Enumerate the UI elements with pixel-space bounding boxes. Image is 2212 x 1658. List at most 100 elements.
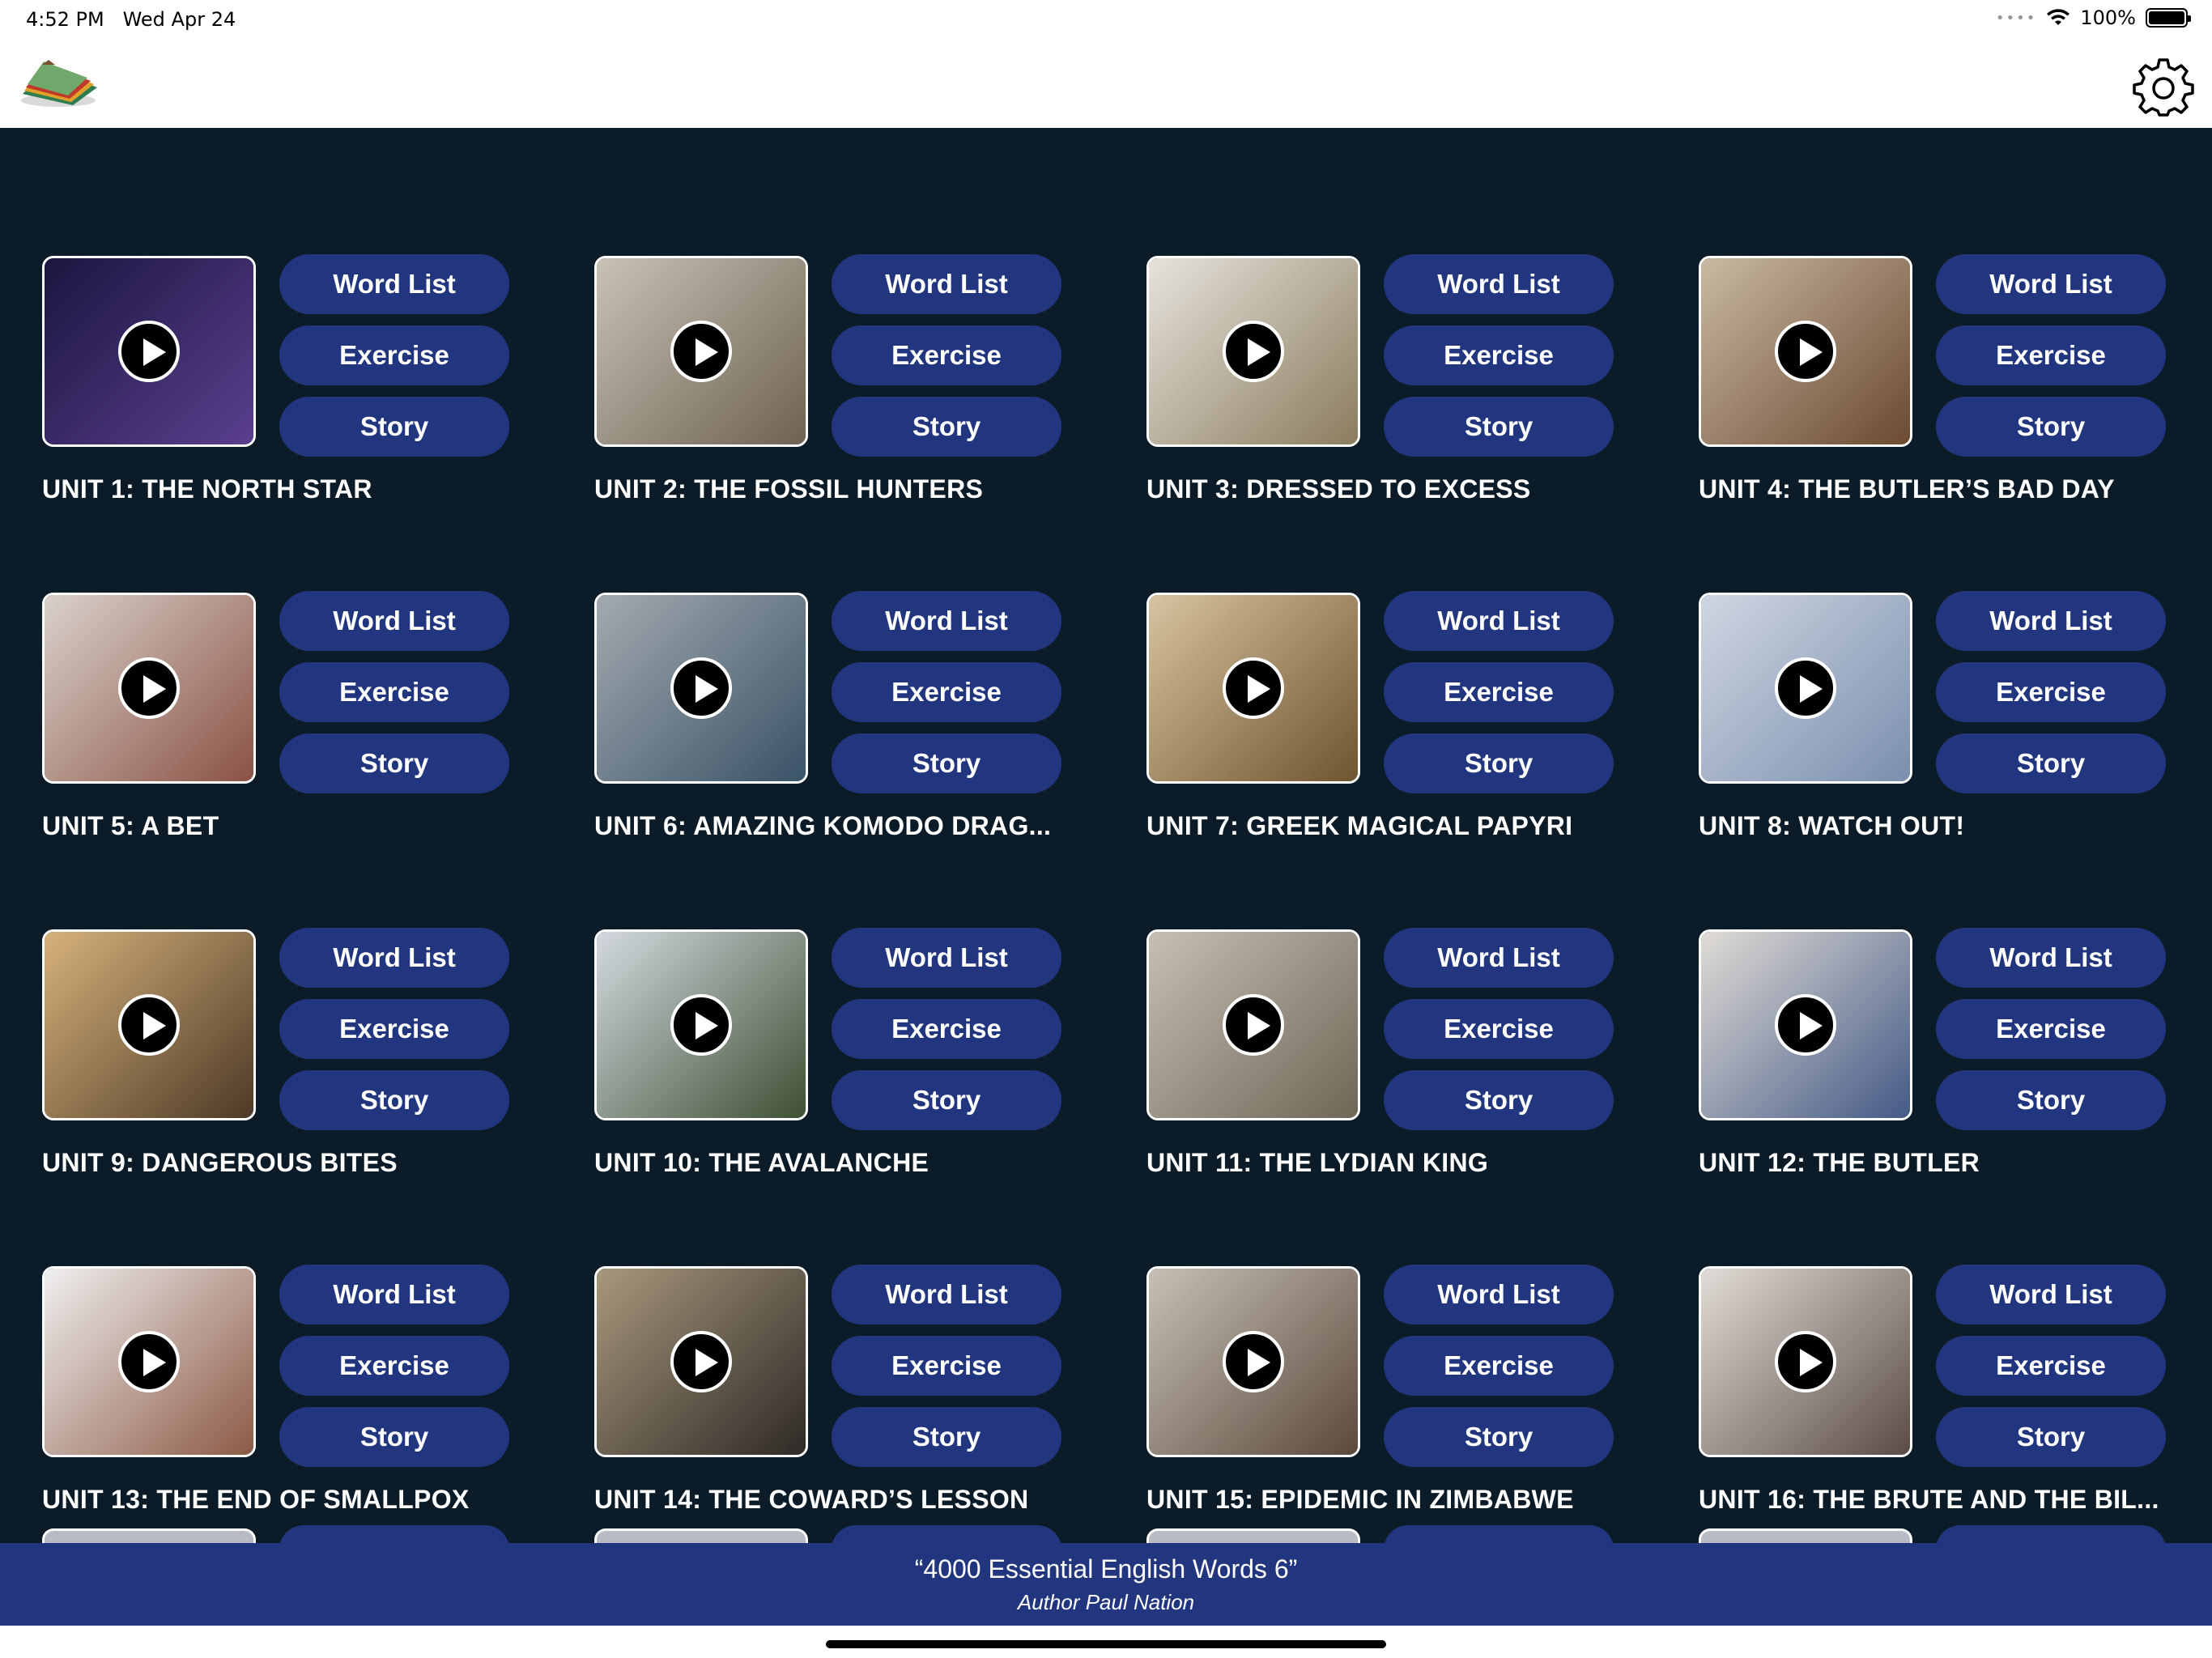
story-button[interactable]: Story xyxy=(832,1407,1061,1467)
story-button[interactable]: Story xyxy=(279,397,509,457)
unit-thumbnail[interactable] xyxy=(594,929,808,1120)
exercise-button[interactable]: Exercise xyxy=(1384,662,1614,722)
unit-card: Word List Exercise Story UNIT 16: THE BRUTE… xyxy=(1657,1211,2175,1514)
story-button[interactable]: Story xyxy=(832,397,1061,457)
unit-thumbnail-partial[interactable] xyxy=(1146,1528,1360,1543)
unit-thumbnail-partial[interactable] xyxy=(594,1528,808,1543)
story-button[interactable]: Story xyxy=(1936,733,2166,793)
story-button[interactable]: Story xyxy=(832,733,1061,793)
unit-thumbnail[interactable] xyxy=(594,593,808,784)
play-icon[interactable] xyxy=(1775,1331,1836,1392)
play-icon[interactable] xyxy=(1775,657,1836,719)
flashcards-logo-icon[interactable] xyxy=(16,57,100,108)
play-icon[interactable] xyxy=(1223,1331,1284,1392)
unit-thumbnail[interactable] xyxy=(594,1266,808,1457)
play-icon[interactable] xyxy=(1223,994,1284,1056)
word-list-button[interactable]: Word List xyxy=(1936,928,2166,988)
story-button[interactable]: Story xyxy=(1936,1407,2166,1467)
exercise-button[interactable]: Exercise xyxy=(832,662,1061,722)
play-icon[interactable] xyxy=(118,657,180,719)
unit-thumbnail[interactable] xyxy=(42,1266,256,1457)
story-button[interactable]: Story xyxy=(1384,1407,1614,1467)
story-button[interactable]: Story xyxy=(1936,1070,2166,1130)
word-list-button-partial[interactable] xyxy=(279,1525,509,1543)
unit-thumbnail[interactable] xyxy=(1146,1266,1360,1457)
play-icon[interactable] xyxy=(118,321,180,382)
unit-thumbnail[interactable] xyxy=(1146,929,1360,1120)
story-button[interactable]: Story xyxy=(279,733,509,793)
exercise-button[interactable]: Exercise xyxy=(832,325,1061,385)
word-list-button[interactable]: Word List xyxy=(832,1265,1061,1324)
unit-title: UNIT 6: AMAZING KOMODO DRAG... xyxy=(594,811,1052,840)
exercise-button[interactable]: Exercise xyxy=(832,1336,1061,1396)
play-icon[interactable] xyxy=(670,994,732,1056)
exercise-button[interactable]: Exercise xyxy=(279,1336,509,1396)
exercise-button[interactable]: Exercise xyxy=(279,325,509,385)
word-list-button[interactable]: Word List xyxy=(1936,1265,2166,1324)
story-button[interactable]: Story xyxy=(832,1070,1061,1130)
unit-thumbnail-partial[interactable] xyxy=(1699,1528,1912,1543)
gear-icon[interactable] xyxy=(2133,55,2194,117)
exercise-button[interactable]: Exercise xyxy=(832,999,1061,1059)
word-list-button[interactable]: Word List xyxy=(832,254,1061,314)
exercise-button[interactable]: Exercise xyxy=(1384,1336,1614,1396)
book-author: Author Paul Nation xyxy=(1017,1590,1195,1614)
nav-bar xyxy=(0,39,2212,128)
exercise-button[interactable]: Exercise xyxy=(1936,662,2166,722)
word-list-button-partial[interactable] xyxy=(1936,1525,2166,1543)
unit-grid-scroll-area[interactable]: Word List Exercise Story UNIT 1: THE NORTH … xyxy=(0,128,2212,1543)
exercise-button[interactable]: Exercise xyxy=(1384,999,1614,1059)
word-list-button[interactable]: Word List xyxy=(1384,928,1614,988)
battery-icon xyxy=(2146,8,2191,28)
footer: “4000 Essential English Words 6” Author … xyxy=(0,1543,2212,1626)
play-icon[interactable] xyxy=(670,657,732,719)
exercise-button[interactable]: Exercise xyxy=(279,999,509,1059)
word-list-button[interactable]: Word List xyxy=(1384,591,1614,651)
play-icon[interactable] xyxy=(670,1331,732,1392)
play-icon[interactable] xyxy=(1775,994,1836,1056)
word-list-button[interactable]: Word List xyxy=(832,928,1061,988)
story-button[interactable]: Story xyxy=(279,1407,509,1467)
play-icon[interactable] xyxy=(1223,657,1284,719)
story-button[interactable]: Story xyxy=(1384,733,1614,793)
unit-thumbnail[interactable] xyxy=(42,593,256,784)
unit-thumbnail[interactable] xyxy=(1146,593,1360,784)
story-button[interactable]: Story xyxy=(279,1070,509,1130)
word-list-button[interactable]: Word List xyxy=(1936,254,2166,314)
story-button[interactable]: Story xyxy=(1384,1070,1614,1130)
exercise-button[interactable]: Exercise xyxy=(279,662,509,722)
word-list-button[interactable]: Word List xyxy=(279,254,509,314)
unit-thumbnail[interactable] xyxy=(594,256,808,447)
unit-thumbnail[interactable] xyxy=(1699,593,1912,784)
word-list-button[interactable]: Word List xyxy=(279,928,509,988)
unit-thumbnail[interactable] xyxy=(42,929,256,1120)
word-list-button[interactable]: Word List xyxy=(1936,591,2166,651)
word-list-button[interactable]: Word List xyxy=(279,1265,509,1324)
unit-card: Word List Exercise Story UNIT 5: A BET xyxy=(0,538,518,840)
exercise-button[interactable]: Exercise xyxy=(1936,325,2166,385)
word-list-button[interactable]: Word List xyxy=(279,591,509,651)
unit-thumbnail[interactable] xyxy=(1699,256,1912,447)
unit-thumbnail[interactable] xyxy=(1146,256,1360,447)
unit-thumbnail-partial[interactable] xyxy=(42,1528,256,1543)
unit-title: UNIT 16: THE BRUTE AND THE BIL... xyxy=(1699,1485,2159,1514)
word-list-button[interactable]: Word List xyxy=(1384,254,1614,314)
unit-thumbnail[interactable] xyxy=(42,256,256,447)
unit-thumbnail[interactable] xyxy=(1699,929,1912,1120)
play-icon[interactable] xyxy=(1223,321,1284,382)
exercise-button[interactable]: Exercise xyxy=(1384,325,1614,385)
play-icon[interactable] xyxy=(118,994,180,1056)
home-indicator[interactable] xyxy=(826,1640,1386,1648)
word-list-button[interactable]: Word List xyxy=(832,591,1061,651)
word-list-button-partial[interactable] xyxy=(1384,1525,1614,1543)
story-button[interactable]: Story xyxy=(1936,397,2166,457)
story-button[interactable]: Story xyxy=(1384,397,1614,457)
play-icon[interactable] xyxy=(670,321,732,382)
play-icon[interactable] xyxy=(118,1331,180,1392)
unit-thumbnail[interactable] xyxy=(1699,1266,1912,1457)
word-list-button[interactable]: Word List xyxy=(1384,1265,1614,1324)
play-icon[interactable] xyxy=(1775,321,1836,382)
word-list-button-partial[interactable] xyxy=(832,1525,1061,1543)
exercise-button[interactable]: Exercise xyxy=(1936,1336,2166,1396)
exercise-button[interactable]: Exercise xyxy=(1936,999,2166,1059)
